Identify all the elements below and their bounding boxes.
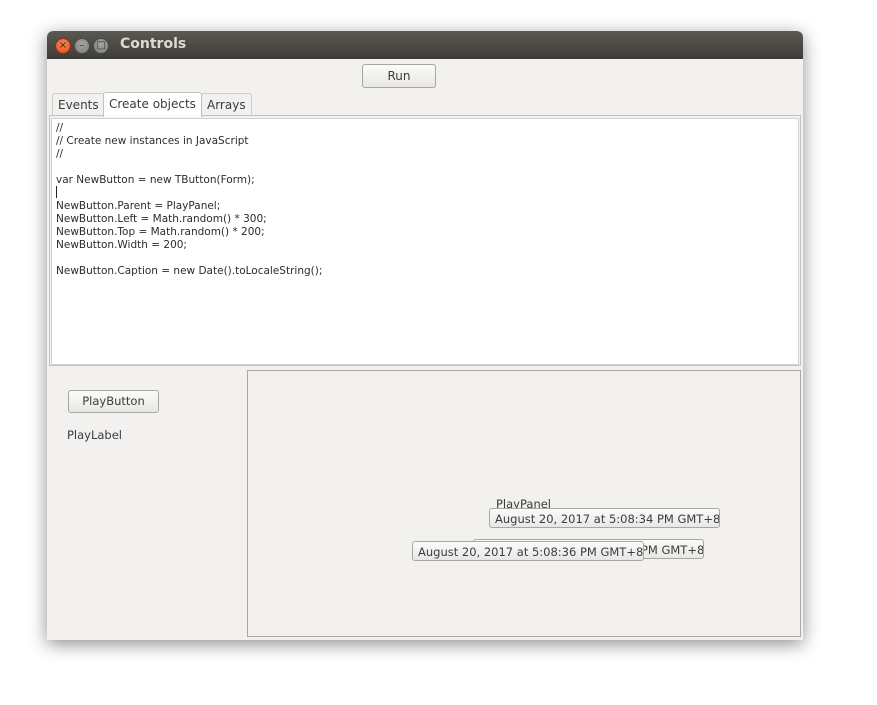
title-bar[interactable]: × – □ Controls (47, 31, 803, 59)
code-editor[interactable]: // // Create new instances in JavaScript… (51, 118, 799, 365)
code-line: // (56, 148, 64, 160)
code-line: var NewButton = new TButton(Form); (56, 174, 255, 186)
play-label: PlayLabel (67, 428, 123, 442)
created-date-button[interactable]: August 20, 2017 at 5:08:36 PM GMT+8 (412, 541, 644, 561)
controls-window: × – □ Controls Run Events Create objects… (47, 31, 803, 640)
code-line: NewButton.Left = Math.random() * 300; (56, 213, 267, 225)
tab-events[interactable]: Events (52, 93, 105, 116)
maximize-icon[interactable]: □ (93, 38, 109, 54)
code-line: NewButton.Caption = new Date().toLocaleS… (56, 265, 323, 277)
code-line: NewButton.Width = 200; (56, 239, 187, 251)
play-button[interactable]: PlayButton (68, 390, 159, 413)
tab-create-objects[interactable]: Create objects (103, 92, 202, 117)
created-date-button[interactable]: August 20, 2017 at 5:08:34 PM GMT+8 (489, 508, 720, 528)
code-line: // Create new instances in JavaScript (56, 135, 249, 147)
window-title: Controls (120, 36, 187, 52)
code-line: NewButton.Top = Math.random() * 200; (56, 226, 265, 238)
play-panel: PlayPanel August 20, 2017 at 5:08:34 PM … (247, 370, 801, 637)
tab-arrays[interactable]: Arrays (201, 93, 252, 116)
minimize-icon[interactable]: – (74, 38, 90, 54)
close-icon[interactable]: × (55, 38, 71, 54)
run-button[interactable]: Run (362, 64, 436, 88)
code-line: NewButton.Parent = PlayPanel; (56, 200, 221, 212)
text-caret (56, 186, 57, 198)
code-line: // (56, 122, 64, 134)
